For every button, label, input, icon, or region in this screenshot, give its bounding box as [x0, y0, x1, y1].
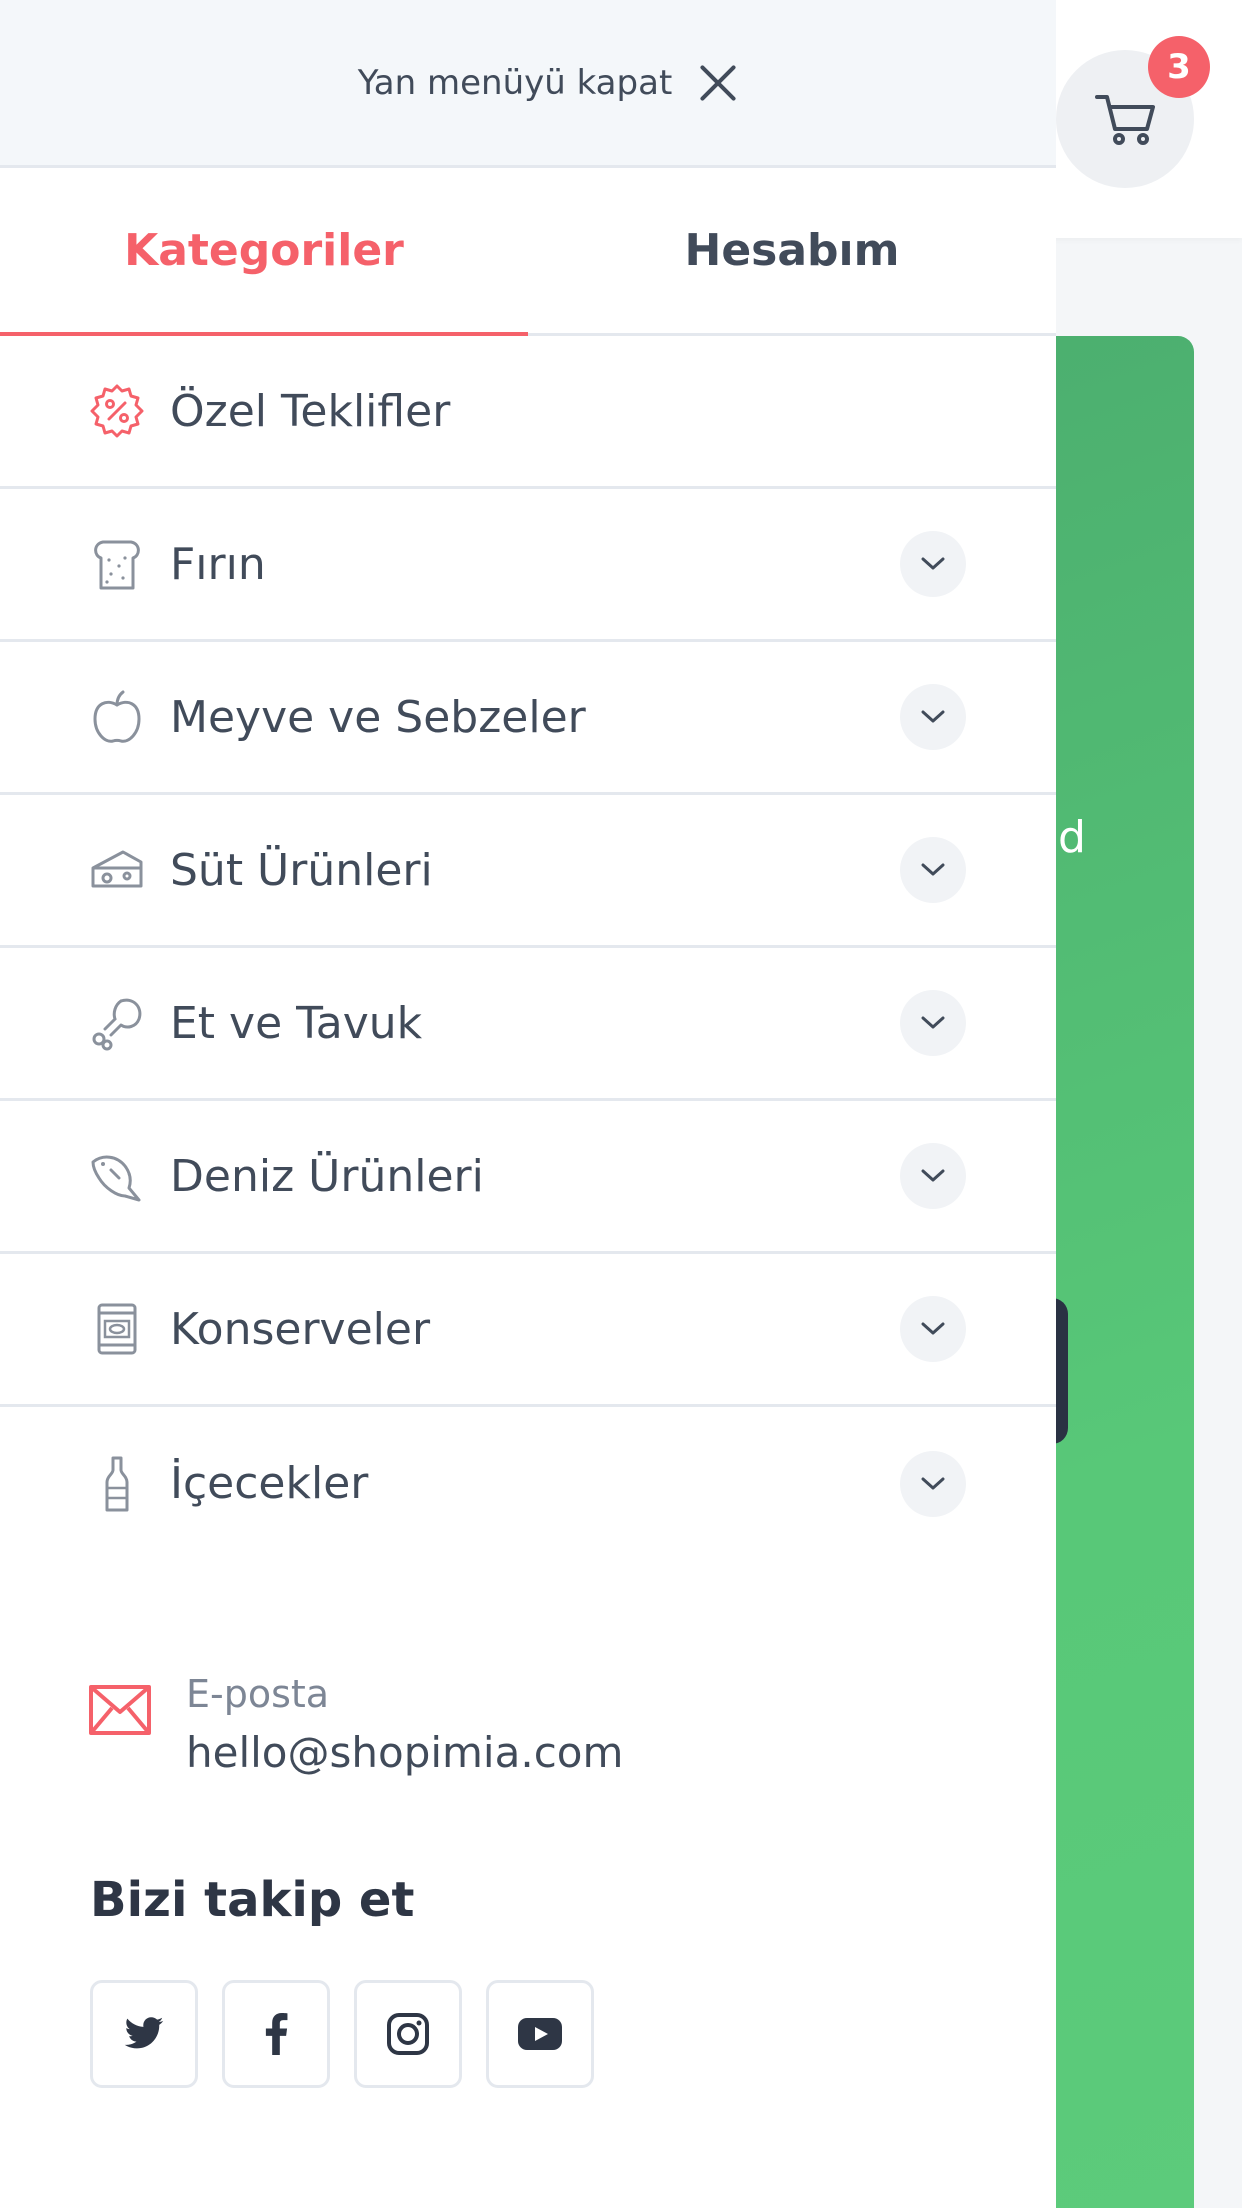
twitter-button[interactable]: [90, 1980, 198, 2088]
drawer-tabs: Kategoriler Hesabım: [0, 168, 1056, 336]
category-label: Süt Ürünleri: [170, 844, 433, 896]
category-label: Fırın: [170, 538, 266, 590]
chevron-down-icon[interactable]: [900, 837, 966, 903]
envelope-icon: [88, 1684, 152, 1738]
percent-badge-icon: [88, 382, 146, 440]
category-beverages[interactable]: İçecekler: [0, 1407, 1056, 1560]
category-label: Özel Teklifler: [170, 385, 451, 437]
category-meat-poultry[interactable]: Et ve Tavuk: [0, 948, 1056, 1101]
category-special-offers[interactable]: Özel Teklifler: [0, 336, 1056, 489]
cart-count-badge: 3: [1148, 36, 1210, 98]
close-menu-button[interactable]: Yan menüyü kapat: [358, 63, 739, 103]
instagram-button[interactable]: [354, 1980, 462, 2088]
category-label: İçecekler: [170, 1458, 369, 1509]
bottle-icon: [88, 1455, 146, 1513]
category-dairy[interactable]: Süt Ürünleri: [0, 795, 1056, 948]
cheese-icon: [88, 841, 146, 899]
facebook-button[interactable]: [222, 1980, 330, 2088]
bread-icon: [88, 535, 146, 593]
drumstick-icon: [88, 994, 146, 1052]
contact-text: E-posta hello@shopimia.com: [186, 1672, 623, 1777]
fish-icon: [88, 1147, 146, 1205]
chevron-down-icon[interactable]: [900, 1143, 966, 1209]
apple-icon: [88, 688, 146, 746]
social-links: [90, 1980, 594, 2088]
close-icon: [698, 63, 738, 103]
close-menu-label: Yan menüyü kapat: [357, 62, 673, 103]
contact-label: E-posta: [186, 1672, 330, 1716]
chevron-down-icon[interactable]: [900, 1296, 966, 1362]
youtube-icon: [518, 2018, 562, 2050]
chevron-down-icon[interactable]: [900, 684, 966, 750]
hero-text: d: [1058, 812, 1086, 863]
can-icon: [88, 1300, 146, 1358]
contact-email-link[interactable]: hello@shopimia.com: [186, 1728, 623, 1777]
category-canned[interactable]: Konserveler: [0, 1254, 1056, 1407]
category-label: Deniz Ürünleri: [170, 1150, 484, 1202]
chevron-down-icon[interactable]: [900, 1450, 966, 1517]
category-seafood[interactable]: Deniz Ürünleri: [0, 1101, 1056, 1254]
chevron-down-icon[interactable]: [900, 990, 966, 1056]
side-drawer: Yan menüyü kapat Kategoriler Hesabım Öze…: [0, 0, 1056, 2208]
follow-title: Bizi takip et: [90, 1872, 415, 1928]
chevron-down-icon[interactable]: [900, 531, 966, 597]
contact-email: E-posta hello@shopimia.com: [88, 1672, 623, 1777]
cart-icon: [1095, 95, 1155, 145]
twitter-icon: [124, 2017, 164, 2049]
youtube-button[interactable]: [486, 1980, 594, 2088]
tab-account[interactable]: Hesabım: [528, 168, 1056, 333]
facebook-icon: [265, 2013, 288, 2055]
category-bakery[interactable]: Fırın: [0, 489, 1056, 642]
instagram-icon: [387, 2013, 429, 2055]
category-label: Meyve ve Sebzeler: [170, 691, 586, 743]
category-label: Et ve Tavuk: [170, 997, 423, 1049]
category-fruits-vegetables[interactable]: Meyve ve Sebzeler: [0, 642, 1056, 795]
category-list: Özel Teklifler Fırın Meyve ve Sebzeler S…: [0, 336, 1056, 1560]
category-label: Konserveler: [170, 1303, 431, 1355]
drawer-top-bar: Yan menüyü kapat: [0, 0, 1056, 168]
tab-categories[interactable]: Kategoriler: [0, 168, 528, 333]
